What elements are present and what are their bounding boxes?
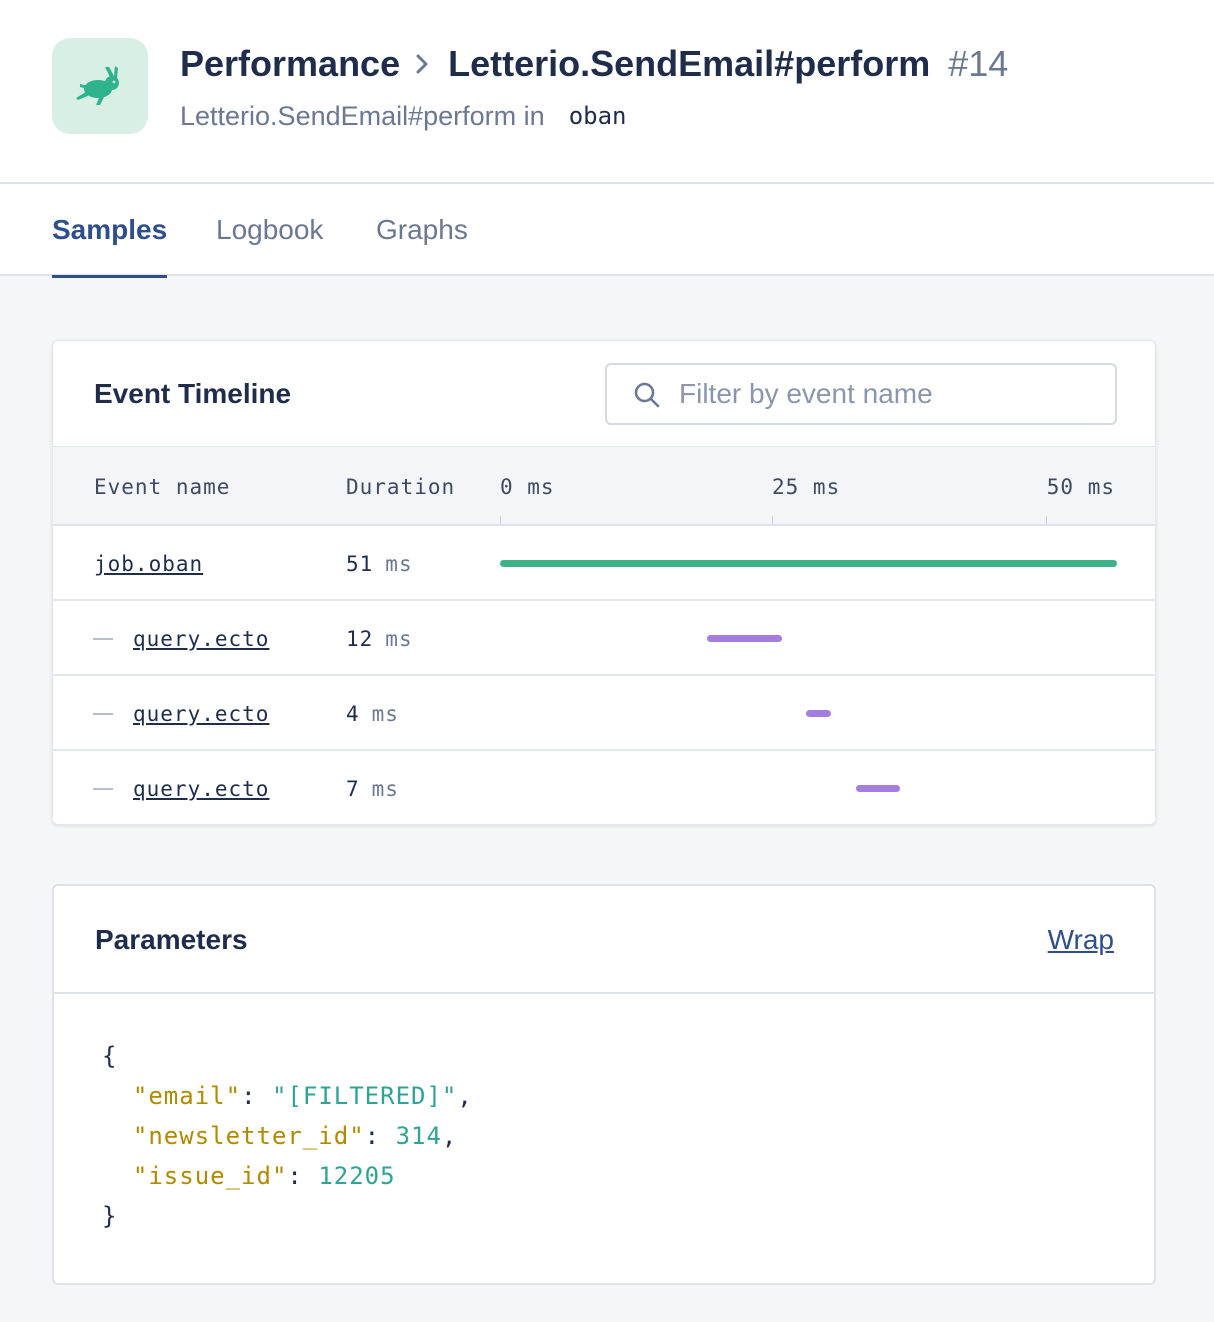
tick-mark-50 <box>1046 516 1047 524</box>
json-key: "issue_id" <box>132 1162 288 1190</box>
event-timeline-title: Event Timeline <box>94 378 292 409</box>
event-name-link[interactable]: query.ecto <box>133 676 269 751</box>
timeline-row: job.oban 51 ms <box>53 526 1155 601</box>
tick-label-0: 0 ms <box>500 474 555 499</box>
duration-value: 7 <box>346 776 360 801</box>
json-trail: , <box>457 1082 473 1110</box>
wrap-toggle-link[interactable]: Wrap <box>1048 886 1114 994</box>
event-name-link[interactable]: query.ecto <box>133 601 269 676</box>
timeline-bar <box>806 710 832 717</box>
timeline-row: query.ecto 7 ms <box>53 751 1155 824</box>
parameters-card: Parameters Wrap { "email": "[FILTERED]",… <box>52 884 1156 1285</box>
tick-label-50: 50 ms <box>1046 474 1115 499</box>
event-duration: 51 ms <box>346 526 413 601</box>
page-header: Performance Letterio.SendEmail#perform #… <box>0 0 1214 184</box>
timeline-bar <box>855 785 901 792</box>
event-timeline-header: Event Timeline <box>53 341 1155 447</box>
tick-mark-0 <box>500 516 501 524</box>
chevron-right-icon <box>414 53 430 75</box>
column-event-name: Event name <box>94 474 231 499</box>
json-value: "[FILTERED]" <box>271 1082 458 1110</box>
search-icon <box>634 382 660 408</box>
namespace-badge: oban <box>568 102 627 130</box>
json-key: "email" <box>132 1082 242 1110</box>
parameters-title: Parameters <box>95 924 248 955</box>
duration-unit: ms <box>385 626 413 651</box>
json-close-brace: } <box>102 1202 118 1230</box>
child-indent-dash <box>93 713 113 715</box>
timeline-row: query.ecto 12 ms <box>53 601 1155 676</box>
parameters-json: { "email": "[FILTERED]", "newsletter_id"… <box>102 1042 473 1230</box>
duration-value: 12 <box>346 626 374 651</box>
tick-mark-25 <box>772 516 773 524</box>
child-indent-dash <box>93 638 113 640</box>
breadcrumb-performance-link[interactable]: Performance <box>180 43 400 85</box>
json-trail: , <box>441 1122 458 1150</box>
duration-unit: ms <box>385 551 413 576</box>
rabbit-icon <box>76 66 119 105</box>
duration-unit: ms <box>371 701 399 726</box>
duration-value: 4 <box>346 701 360 726</box>
tab-graphs[interactable]: Graphs <box>376 184 468 276</box>
json-value: 12205 <box>318 1162 396 1190</box>
duration-value: 51 <box>346 551 374 576</box>
page-title: Letterio.SendEmail#perform <box>448 43 931 84</box>
timeline-bar <box>706 635 782 642</box>
json-key: "newsletter_id" <box>132 1122 365 1150</box>
event-name-link[interactable]: query.ecto <box>133 751 269 824</box>
breadcrumb: Performance Letterio.SendEmail#perform #… <box>180 40 1008 88</box>
child-indent-dash <box>93 788 113 790</box>
tab-bar: Samples Logbook Graphs <box>0 184 1214 278</box>
timeline-bar <box>500 560 1117 567</box>
tab-logbook[interactable]: Logbook <box>216 184 323 276</box>
duration-unit: ms <box>371 776 399 801</box>
json-value: 314 <box>395 1122 442 1150</box>
tick-label-25: 25 ms <box>772 474 841 499</box>
event-filter-input[interactable] <box>679 365 1099 423</box>
page-subtitle: Letterio.SendEmail#perform in oban <box>180 96 626 136</box>
json-open-brace: { <box>102 1042 118 1070</box>
subtitle-text: Letterio.SendEmail#perform in <box>180 100 545 131</box>
event-duration: 12 ms <box>346 601 413 676</box>
timeline-row: query.ecto 4 ms <box>53 676 1155 751</box>
event-duration: 7 ms <box>346 751 399 824</box>
column-duration: Duration <box>346 474 456 499</box>
event-timeline-card: Event Timeline Event name Duration 0 ms … <box>52 340 1156 825</box>
app-logo <box>52 38 148 134</box>
sample-number: #14 <box>948 43 1009 84</box>
timeline-table-header: Event name Duration 0 ms 25 ms 50 ms <box>53 447 1155 526</box>
event-name-link[interactable]: job.oban <box>94 526 203 601</box>
parameters-header: Parameters Wrap <box>54 886 1154 994</box>
event-duration: 4 ms <box>346 676 399 751</box>
tab-samples[interactable]: Samples <box>52 184 168 278</box>
event-filter-search <box>605 363 1117 425</box>
